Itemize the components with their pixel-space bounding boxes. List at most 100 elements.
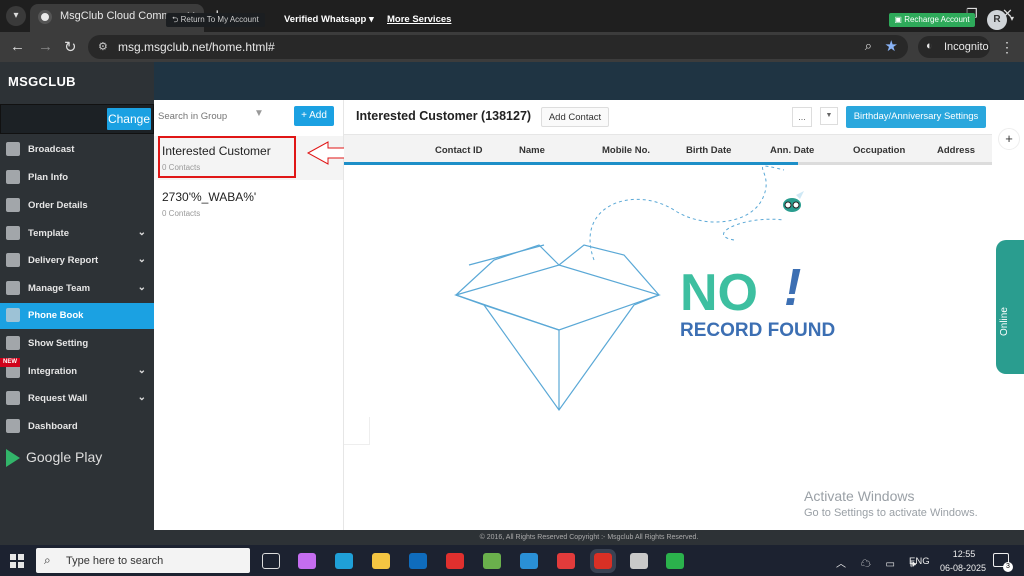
clock-time[interactable]: 12:55: [944, 549, 984, 559]
chrome-icon[interactable]: [590, 549, 616, 573]
browser-tab-strip: ▾ MsgClub Cloud Communication ✕ + — ❐ ✕: [0, 0, 1024, 32]
google-play-icon: [6, 449, 20, 467]
bookmark-star-icon[interactable]: ★: [885, 37, 898, 55]
sidebar-item-broadcast[interactable]: Broadcast: [0, 137, 154, 163]
more-services-link[interactable]: More Services: [387, 14, 451, 25]
notes-app-icon[interactable]: [483, 553, 501, 569]
filter-icon[interactable]: ▼: [254, 108, 264, 119]
footer-left: [0, 530, 154, 545]
copilot-icon[interactable]: [298, 553, 316, 569]
tab-search-button[interactable]: ▾: [6, 6, 26, 26]
recharge-account-button[interactable]: ▣ Recharge Account: [889, 13, 975, 27]
more-options-button[interactable]: ...: [792, 107, 812, 127]
change-button[interactable]: Change: [107, 108, 151, 130]
sidebar-item-phone-book[interactable]: Phone Book: [0, 303, 154, 329]
verified-whatsapp-label: Verified Whatsapp: [284, 14, 367, 25]
site-settings-icon[interactable]: ⚙: [98, 40, 108, 53]
sidebar-item-request-wall[interactable]: Request Wall ⌄: [0, 386, 154, 412]
chevron-down-icon: ⌄: [137, 254, 146, 265]
forward-arrow-icon[interactable]: →: [38, 38, 53, 55]
sidebar-item-label: Manage Team: [28, 283, 91, 294]
sidebar-item-integration[interactable]: Integration ⌄: [0, 359, 154, 385]
template-icon: [6, 226, 20, 240]
table-cell: [344, 417, 370, 445]
task-view-icon[interactable]: [262, 553, 280, 569]
group-item[interactable]: 2730'%_WABA%' 0 Contacts: [154, 182, 343, 226]
column-header[interactable]: Ann. Date: [770, 145, 814, 156]
no-text: NO: [680, 264, 758, 322]
add-contact-button[interactable]: Add Contact: [541, 107, 609, 127]
return-to-account-button[interactable]: ⮌ Return To My Account: [166, 13, 265, 27]
footer: © 2016, All Rights Reserved Copyright :-…: [154, 530, 1024, 545]
edge-icon[interactable]: [335, 553, 353, 569]
google-play-label: Google Play: [26, 449, 103, 465]
sidebar-item-label: Dashboard: [28, 421, 78, 432]
browser-toolbar: ← → ↻ ⚙ msg.msgclub.net/home.html# ⌕ ★ ◐…: [0, 32, 1024, 62]
sidebar-item-label: Template: [28, 228, 70, 239]
new-badge: NEW: [0, 358, 20, 367]
add-group-button[interactable]: + Add: [294, 106, 334, 126]
incognito-indicator[interactable]: ◐ Incognito: [918, 36, 990, 58]
zoom-icon[interactable]: ⌕: [865, 38, 872, 54]
sidebar-item-plan-info[interactable]: Plan Info: [0, 165, 154, 191]
chevron-down-icon[interactable]: ▼: [820, 107, 838, 125]
column-header[interactable]: Address: [937, 145, 975, 156]
tab-title: MsgClub Cloud Communication: [60, 10, 180, 22]
column-header[interactable]: Occupation: [853, 145, 905, 156]
request-wall-icon: [6, 391, 20, 405]
chrome-profile-icon[interactable]: [666, 553, 684, 569]
sidebar-item-dashboard[interactable]: Dashboard: [0, 414, 154, 440]
taskbar-search-placeholder: Type here to search: [66, 555, 164, 567]
google-play-badge[interactable]: Google Play: [6, 447, 106, 469]
wps-office-icon[interactable]: [446, 553, 464, 569]
address-bar[interactable]: ⚙ msg.msgclub.net/home.html# ⌕ ★: [88, 35, 908, 59]
chevron-down-icon: ⌄: [137, 282, 146, 293]
teams-like-icon[interactable]: [520, 553, 538, 569]
manage-team-icon: [6, 281, 20, 295]
sidebar-item-label: Delivery Report: [28, 255, 99, 266]
phone-book-icon: [6, 308, 20, 322]
sidebar-item-label: Request Wall: [28, 393, 88, 404]
verified-whatsapp-menu[interactable]: Verified Whatsapp ▾: [284, 14, 374, 25]
sidebar-item-show-setting[interactable]: Show Setting: [0, 331, 154, 357]
back-arrow-icon[interactable]: ←: [10, 38, 25, 55]
header-bar: [154, 62, 1024, 100]
column-header[interactable]: Name: [519, 145, 545, 156]
incognito-icon: ◐: [926, 40, 933, 52]
plan-info-icon: [6, 170, 20, 184]
column-header[interactable]: Contact ID: [435, 145, 483, 156]
site-favicon-icon: [38, 10, 52, 24]
delivery-report-icon: [6, 253, 20, 267]
chevron-down-icon: ⌄: [137, 227, 146, 238]
column-header[interactable]: Mobile No.: [602, 145, 650, 156]
chevron-down-icon[interactable]: ▾: [1010, 14, 1014, 23]
annotation-highlight-box: [158, 136, 296, 178]
reload-icon[interactable]: ↻: [64, 38, 77, 56]
avatar[interactable]: R: [987, 10, 1007, 30]
language-indicator[interactable]: ENG: [909, 556, 930, 567]
sidebar-item-delivery-report[interactable]: Delivery Report ⌄: [0, 248, 154, 274]
sidebar-item-order-details[interactable]: Order Details: [0, 193, 154, 219]
taskbar-search-box[interactable]: ⌕ Type here to search: [36, 548, 250, 573]
outlook-icon[interactable]: [409, 553, 427, 569]
expand-plus-icon[interactable]: +: [998, 128, 1020, 150]
app-header: MSGCLUB: [0, 62, 1024, 100]
anydesk-icon[interactable]: [557, 553, 575, 569]
sidebar-item-manage-team[interactable]: Manage Team ⌄: [0, 276, 154, 302]
return-label: Return To My Account: [180, 15, 259, 24]
file-explorer-icon[interactable]: [372, 553, 390, 569]
browser-menu-icon[interactable]: ⋮: [1000, 39, 1014, 56]
url-text: msg.msgclub.net/home.html#: [118, 40, 275, 54]
online-chat-tab[interactable]: Online: [996, 240, 1024, 374]
windows-start-icon[interactable]: [10, 554, 24, 568]
record-found-text: RECORD FOUND: [680, 320, 835, 341]
no-record-illustration: NO ! RECORD FOUND: [454, 165, 835, 412]
exclamation-text: !: [784, 259, 801, 317]
birthday-anniversary-settings-button[interactable]: Birthday/Anniversary Settings: [846, 106, 986, 128]
paint-icon[interactable]: [630, 553, 648, 569]
sidebar-item-template[interactable]: Template ⌄: [0, 221, 154, 247]
clock-date[interactable]: 06-08-2025: [936, 563, 990, 573]
column-header[interactable]: Birth Date: [686, 145, 731, 156]
brand-logo: MSGCLUB: [8, 74, 76, 89]
group-search-input[interactable]: [158, 108, 248, 124]
